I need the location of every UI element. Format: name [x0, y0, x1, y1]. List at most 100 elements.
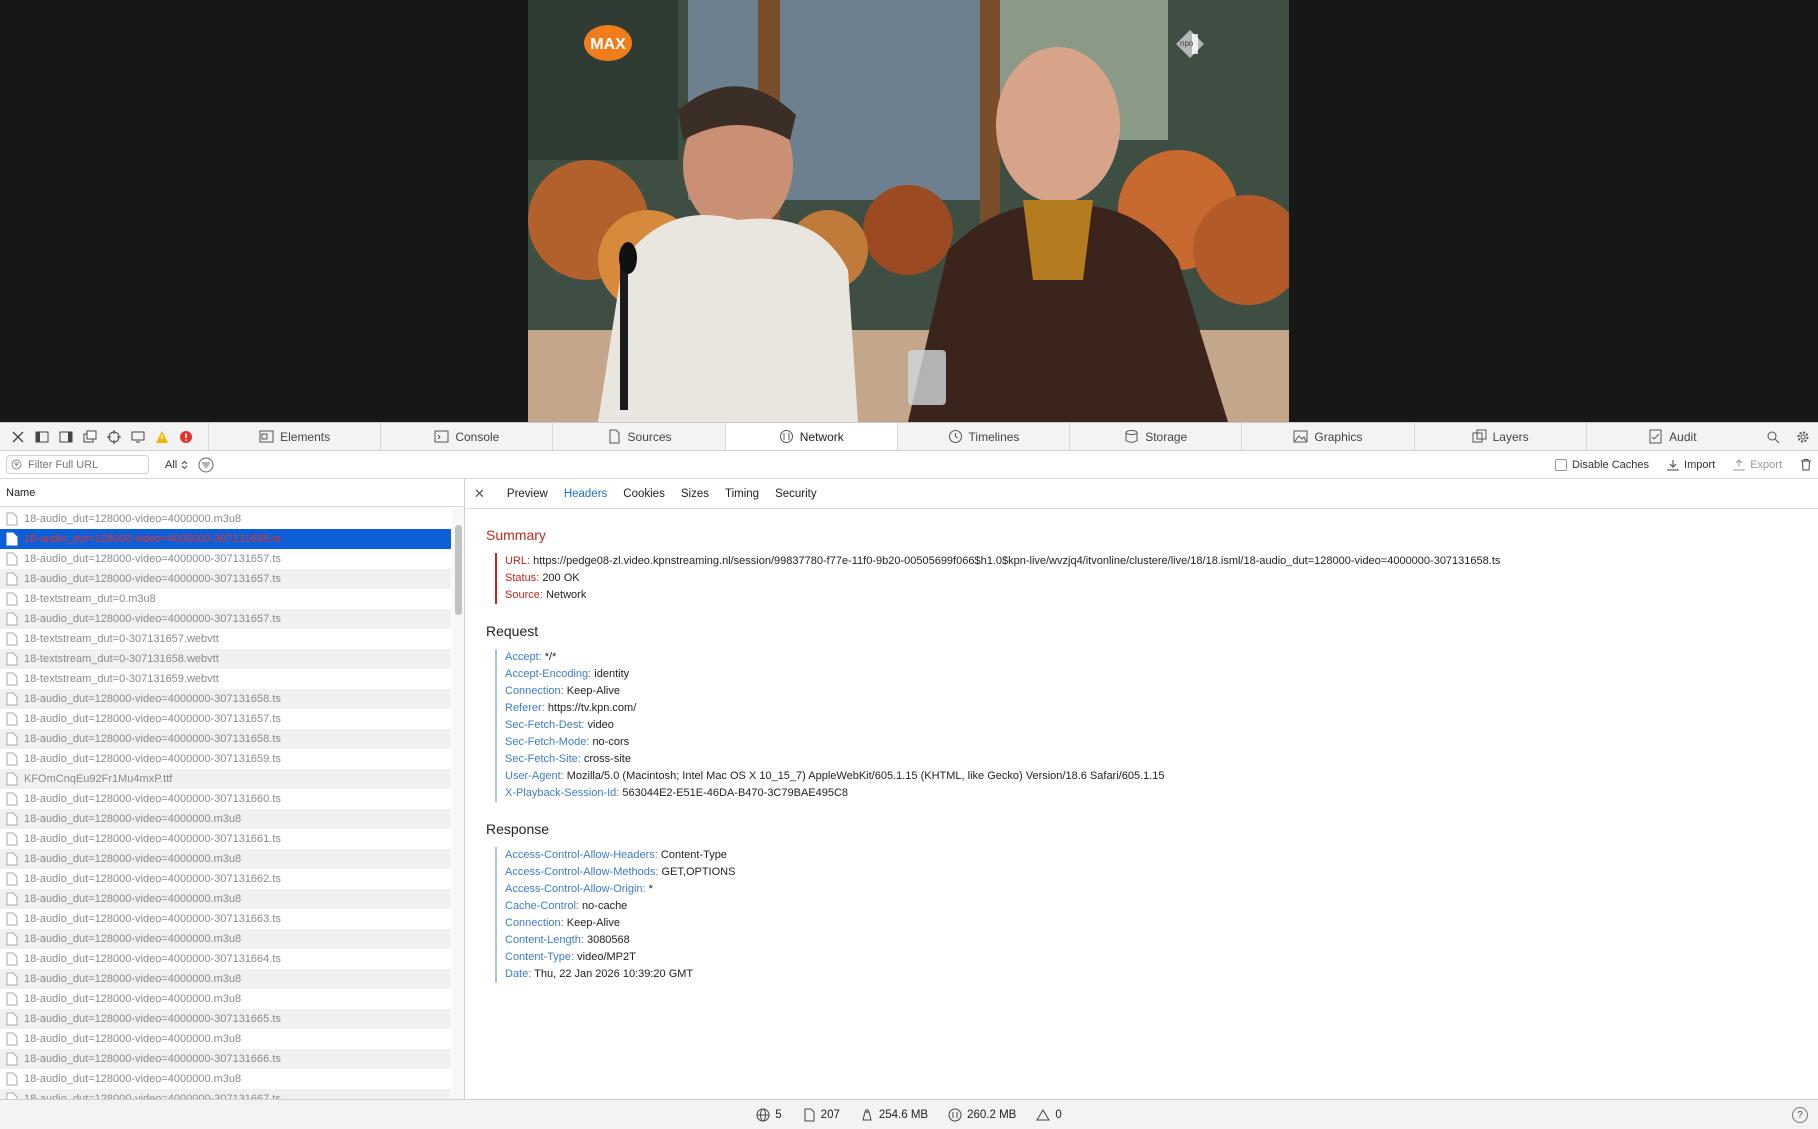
tab-network[interactable]: Network — [724, 423, 897, 450]
table-row[interactable]: 18-textstream_dut=0.m3u8 — [0, 589, 451, 609]
tab-layers[interactable]: Layers — [1413, 423, 1586, 450]
list-scroll-thumb[interactable] — [455, 525, 462, 615]
header-entry: Cache-Control: no-cache — [505, 898, 735, 915]
request-name: 18-textstream_dut=0-307131659.webvtt — [24, 673, 219, 685]
tab-label: Storage — [1145, 429, 1188, 444]
document-icon — [804, 1108, 815, 1121]
resource-type-select[interactable]: All — [165, 459, 188, 471]
tab-timelines[interactable]: Timelines — [896, 423, 1069, 450]
table-row[interactable]: 18-audio_dut=128000-video=4000000-307131… — [0, 609, 451, 629]
file-icon — [6, 1052, 18, 1066]
tab-audit[interactable]: Audit — [1585, 423, 1758, 450]
table-row[interactable]: 18-audio_dut=128000-video=4000000-307131… — [0, 689, 451, 709]
column-header-label: Name — [6, 486, 36, 499]
table-row[interactable]: 18-audio_dut=128000-video=4000000-307131… — [0, 749, 451, 769]
request-headers-list: Accept: */* Accept-Encoding: identity Conn… — [495, 649, 1165, 802]
table-row[interactable]: 18-audio_dut=128000-video=4000000.m3u8 — [0, 929, 451, 949]
table-row[interactable]: 18-audio_dut=128000-video=4000000-307131… — [0, 549, 451, 569]
table-row[interactable]: 18-audio_dut=128000-video=4000000.m3u8 — [0, 809, 451, 829]
dock-right-icon[interactable] — [54, 426, 78, 448]
gear-icon[interactable] — [1791, 426, 1815, 448]
list-scrollbar[interactable] — [452, 509, 464, 1099]
video-player[interactable]: MAX npo — [0, 0, 1818, 422]
header-value: no-cache — [582, 900, 628, 912]
undock-icon[interactable] — [78, 426, 102, 448]
table-row[interactable]: 18-textstream_dut=0-307131658.webvtt — [0, 649, 451, 669]
table-row[interactable]: 18-audio_dut=128000-video=4000000-307131… — [0, 1089, 451, 1099]
import-button[interactable]: Import — [1667, 459, 1715, 471]
close-detail-icon[interactable]: ✕ — [474, 486, 485, 502]
tab-label: Sources — [627, 429, 672, 444]
table-row[interactable]: 18-audio_dut=128000-video=4000000-307131… — [0, 1049, 451, 1069]
table-row[interactable]: 18-audio_dut=128000-video=4000000-307131… — [0, 829, 451, 849]
header-value: cross-site — [583, 753, 631, 765]
header-key: Content-Type: — [505, 951, 575, 963]
table-row[interactable]: 18-textstream_dut=0-307131659.webvtt — [0, 669, 451, 689]
table-row[interactable]: 18-audio_dut=128000-video=4000000.m3u8 — [0, 969, 451, 989]
subtab-timing[interactable]: Timing — [725, 488, 759, 500]
dock-left-icon[interactable] — [30, 426, 54, 448]
subtab-security[interactable]: Security — [775, 488, 817, 500]
element-picker-icon[interactable] — [102, 426, 126, 448]
table-row[interactable]: KFOmCnqEu92Fr1Mu4mxP.ttf — [0, 769, 451, 789]
detail-subtabs: ✕ Preview Headers Cookies Sizes Timing S… — [466, 479, 1818, 509]
filter-url-field[interactable] — [6, 455, 149, 474]
tab-sources[interactable]: Sources — [552, 423, 724, 450]
table-row[interactable]: 18-audio_dut=128000-video=4000000.m3u8 — [0, 1029, 451, 1049]
table-row[interactable]: 18-audio_dut=128000-video=4000000-307131… — [0, 1009, 451, 1029]
max-channel-logo: MAX — [583, 24, 633, 62]
table-row[interactable]: 18-audio_dut=128000-video=4000000-307131… — [0, 789, 451, 809]
chevron-up-down-icon — [181, 460, 188, 469]
header-value: 563044E2-E51E-46DA-B470-3C79BAE495C8 — [622, 787, 849, 799]
warning-icon[interactable] — [150, 426, 174, 448]
layers-icon — [1472, 429, 1487, 443]
header-entry: Sec-Fetch-Mode: no-cors — [505, 734, 1165, 751]
table-row[interactable]: 18-audio_dut=128000-video=4000000-307131… — [0, 709, 451, 729]
column-header-name[interactable]: Name — [0, 479, 464, 507]
disable-caches-toggle[interactable]: Disable Caches — [1554, 458, 1650, 471]
table-row[interactable]: 18-audio_dut=128000-video=4000000-307131… — [0, 569, 451, 589]
subtab-cookies[interactable]: Cookies — [623, 488, 665, 500]
file-icon — [6, 852, 18, 866]
tab-elements[interactable]: Elements — [208, 423, 380, 450]
trash-icon[interactable] — [1800, 458, 1812, 471]
table-row[interactable]: 18-audio_dut=128000-video=4000000-307131… — [0, 869, 451, 889]
disable-caches-checkbox[interactable] — [1554, 458, 1567, 471]
file-icon — [6, 912, 18, 926]
header-key: User-Agent: — [505, 770, 564, 782]
disable-caches-label: Disable Caches — [1571, 458, 1650, 471]
table-row[interactable]: 18-audio_dut=128000-video=4000000.m3u8 — [0, 889, 451, 909]
table-row[interactable]: 18-audio_dut=128000-video=4000000.m3u8 — [0, 849, 451, 869]
help-icon[interactable]: ? — [1792, 1107, 1808, 1123]
request-name: 18-audio_dut=128000-video=4000000-307131… — [24, 693, 281, 705]
file-icon — [6, 712, 18, 726]
filter-url-input[interactable] — [26, 457, 140, 472]
table-row[interactable]: 18-audio_dut=128000-video=4000000.m3u8 — [0, 989, 451, 1009]
subtab-preview[interactable]: Preview — [507, 488, 548, 500]
header-value: Content-Type — [660, 849, 727, 861]
table-row[interactable]: 18-audio_dut=128000-video=4000000-307131… — [0, 949, 451, 969]
header-value: Keep-Alive — [566, 917, 620, 929]
table-row[interactable]: 18-audio_dut=128000-video=4000000-307131… — [0, 529, 451, 549]
tab-console[interactable]: Console — [380, 423, 552, 450]
tab-storage[interactable]: Storage — [1069, 423, 1241, 450]
header-entry: Connection: Keep-Alive — [505, 915, 735, 932]
subtab-sizes[interactable]: Sizes — [681, 488, 709, 500]
tab-graphics[interactable]: Graphics — [1241, 423, 1413, 450]
error-icon[interactable] — [174, 426, 198, 448]
table-row[interactable]: 18-audio_dut=128000-video=4000000.m3u8 — [0, 1069, 451, 1089]
resource-type-value: All — [165, 458, 178, 471]
table-row[interactable]: 18-textstream_dut=0-307131657.webvtt — [0, 629, 451, 649]
subtab-headers[interactable]: Headers — [564, 488, 607, 500]
response-section-title: Response — [486, 821, 550, 837]
table-row[interactable]: 18-audio_dut=128000-video=4000000-307131… — [0, 729, 451, 749]
export-button[interactable]: Export — [1733, 459, 1782, 471]
table-row[interactable]: 18-audio_dut=128000-video=4000000.m3u8 — [0, 509, 451, 529]
group-by-filter-icon[interactable] — [198, 457, 214, 473]
table-row[interactable]: 18-audio_dut=128000-video=4000000-307131… — [0, 909, 451, 929]
device-settings-icon[interactable] — [126, 426, 150, 448]
tab-label: Graphics — [1314, 429, 1363, 444]
request-name: 18-audio_dut=128000-video=4000000.m3u8 — [24, 513, 242, 525]
search-icon[interactable] — [1761, 426, 1785, 448]
close-icon[interactable] — [6, 426, 30, 448]
